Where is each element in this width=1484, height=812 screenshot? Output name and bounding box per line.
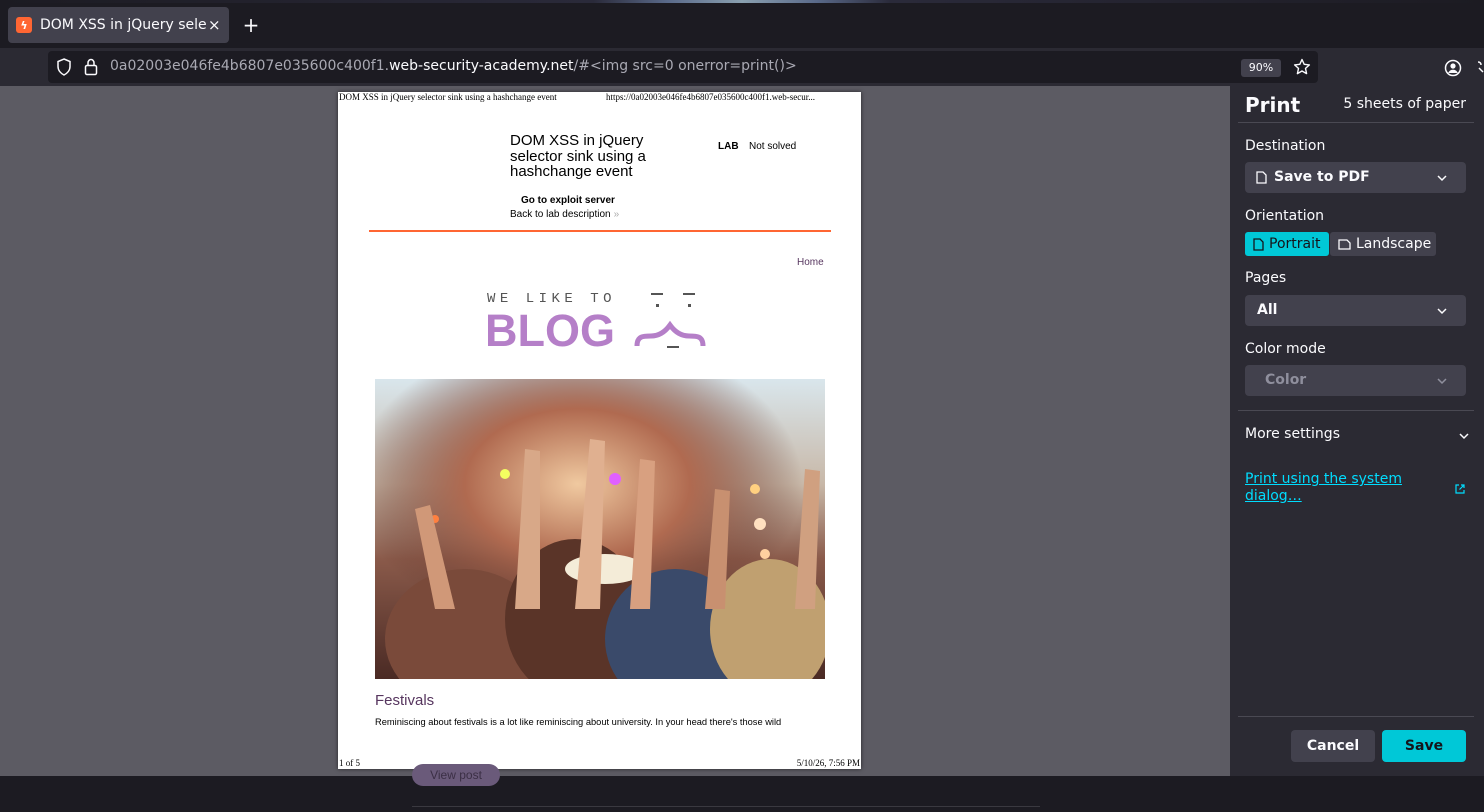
portrait-icon [1253, 237, 1264, 251]
page-footer-date: 5/10/26, 7:56 PM [796, 758, 860, 768]
sheet-count: 5 sheets of paper [1343, 96, 1466, 112]
url-text[interactable]: 0a02003e046fe4b6807e035600c400f1.web-sec… [110, 58, 797, 74]
system-dialog-link[interactable]: Print using the system dialog… [1245, 471, 1435, 505]
print-settings-panel: Print 5 sheets of paper Destination Save… [1230, 86, 1484, 776]
print-title: Print [1245, 93, 1301, 117]
tab-title: DOM XSS in jQuery selector sink using a … [40, 17, 206, 33]
chevron-down-icon [1437, 308, 1447, 315]
destination-select[interactable]: Save to PDF [1245, 162, 1466, 193]
color-mode-value: Color [1265, 372, 1307, 388]
url-suffix: /#<img src=0 onerror=print()> [573, 58, 797, 74]
home-link: Home [797, 257, 824, 268]
back-to-lab-link: Back to lab description» [510, 209, 619, 220]
color-mode-select: Color [1245, 365, 1466, 396]
print-preview-area: DOM XSS in jQuery selector sink using a … [0, 86, 1230, 776]
save-button[interactable]: Save [1382, 730, 1466, 762]
new-tab-button[interactable]: + [240, 14, 262, 36]
festival-crowd-image [375, 379, 825, 679]
pages-value: All [1257, 302, 1278, 318]
cancel-button[interactable]: Cancel [1291, 730, 1375, 762]
blog-logo: WE LIKE TO BLOG [485, 291, 706, 356]
orientation-landscape-button[interactable]: Landscape [1330, 232, 1436, 256]
orientation-label: Orientation [1245, 208, 1325, 224]
tab-active[interactable]: ϟ DOM XSS in jQuery selector sink using … [8, 7, 229, 43]
url-prefix: 0a02003e046fe4b6807e035600c400f1. [110, 58, 390, 74]
lab-header-divider [369, 230, 831, 232]
page-footer-number: 1 of 5 [339, 758, 360, 768]
document-icon [1256, 171, 1267, 184]
tracking-protection-shield-icon[interactable] [56, 58, 72, 76]
navigation-bar: 0a02003e046fe4b6807e035600c400f1.web-sec… [0, 48, 1484, 86]
color-mode-label: Color mode [1245, 341, 1326, 357]
page-header-url: https://0a02003e046fe4b6807e035600c400f1… [606, 92, 815, 102]
tab-bar: ϟ DOM XSS in jQuery selector sink using … [0, 3, 1484, 48]
pages-label: Pages [1245, 270, 1287, 286]
extensions-icon[interactable] [1476, 59, 1484, 77]
post-title: Festivals [375, 692, 435, 709]
lab-badge: LAB [718, 141, 739, 152]
destination-value: Save to PDF [1274, 169, 1370, 185]
orientation-portrait-label: Portrait [1269, 236, 1321, 252]
lab-status: Not solved [749, 141, 797, 152]
back-chevron-icon: » [613, 209, 620, 220]
tab-close-icon[interactable]: × [208, 16, 221, 34]
lock-icon[interactable] [84, 58, 98, 76]
page-header-title: DOM XSS in jQuery selector sink using a … [339, 92, 557, 102]
orientation-landscape-label: Landscape [1356, 236, 1432, 252]
lab-favicon-icon: ϟ [16, 17, 32, 33]
lab-title: DOM XSS in jQuery selector sink using a … [510, 132, 646, 180]
account-icon[interactable] [1444, 59, 1462, 77]
external-link-icon [1455, 484, 1465, 494]
bookmark-star-icon[interactable] [1293, 58, 1311, 76]
chevron-down-icon [1437, 378, 1447, 385]
behind-divider [412, 806, 1040, 807]
post-excerpt: Reminiscing about festivals is a lot lik… [375, 717, 782, 727]
logo-wordmark: BLOG [485, 305, 615, 356]
orientation-portrait-button[interactable]: Portrait [1245, 232, 1329, 256]
footer-divider [1238, 716, 1474, 717]
chevron-down-icon [1437, 175, 1447, 182]
exploit-server-link: Go to exploit server [521, 195, 615, 206]
view-post-button-behind: View post [412, 764, 500, 786]
preview-page-sheet: DOM XSS in jQuery selector sink using a … [338, 92, 861, 769]
logo-face-icon [634, 293, 706, 348]
more-settings-toggle[interactable]: More settings [1245, 426, 1340, 442]
pages-select[interactable]: All [1245, 295, 1466, 326]
url-domain: web-security-academy.net [389, 58, 574, 74]
settings-divider [1238, 410, 1474, 411]
landscape-icon [1338, 238, 1351, 250]
print-header-divider [1238, 122, 1474, 123]
destination-label: Destination [1245, 138, 1326, 154]
chevron-down-icon[interactable] [1458, 430, 1470, 442]
url-bar[interactable]: 0a02003e046fe4b6807e035600c400f1.web-sec… [48, 51, 1318, 83]
zoom-level-badge[interactable]: 90% [1241, 59, 1281, 77]
back-to-lab-label: Back to lab description [510, 209, 611, 220]
